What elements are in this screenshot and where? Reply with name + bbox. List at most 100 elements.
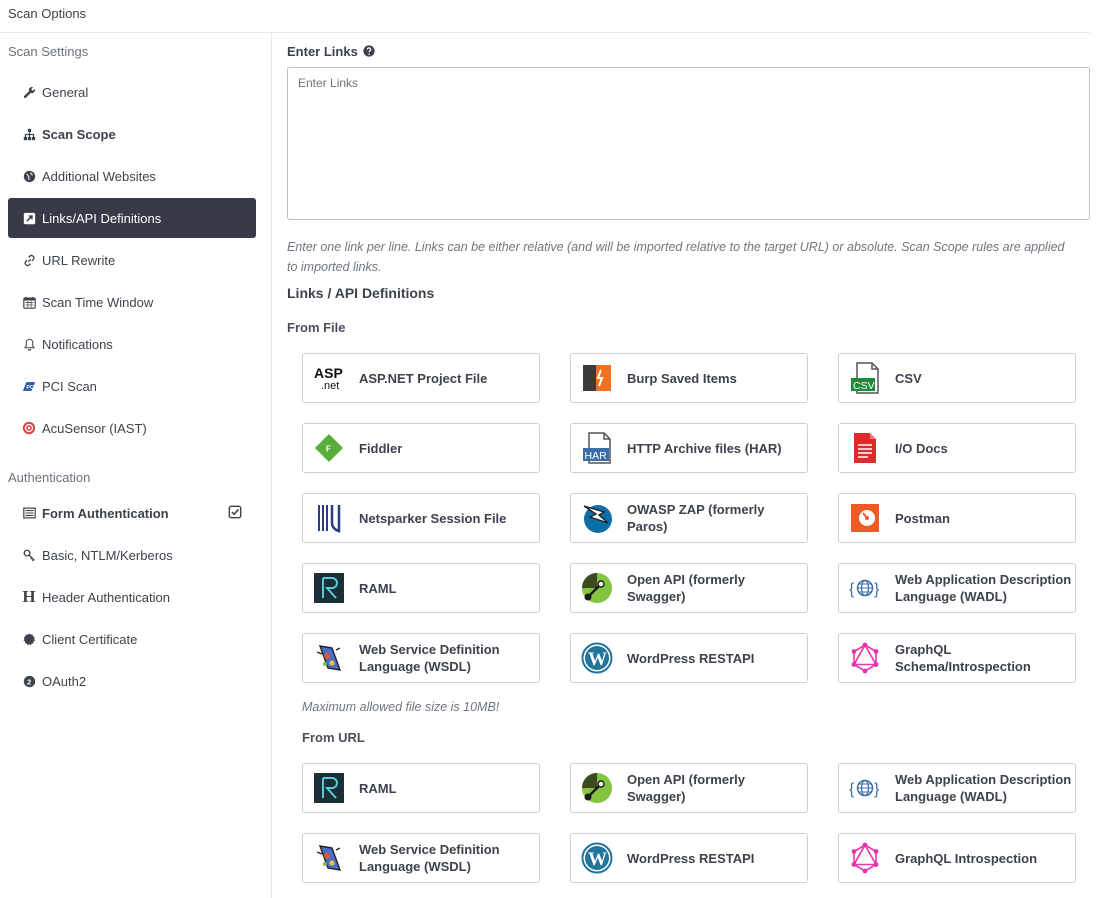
import-option-label: OWASP ZAP (formerly Paros)	[627, 502, 765, 534]
help-question-icon[interactable]	[363, 45, 376, 60]
svg-text:}: }	[874, 781, 880, 798]
import-option-postman[interactable]: Postman	[838, 493, 1076, 543]
top-bar: Scan Options	[0, 0, 1090, 33]
svg-text:ASP: ASP	[314, 365, 343, 381]
aspnet-icon: ASP .net	[313, 362, 345, 394]
openapi-icon	[581, 772, 613, 804]
burp-icon	[581, 362, 613, 394]
enter-links-help-text: Enter one link per line. Links can be ei…	[287, 240, 1065, 274]
pci-icon: PCI	[22, 379, 36, 393]
sidebar-item-scan-time-window[interactable]: Scan Time Window	[8, 282, 256, 322]
sidebar-item-oauth2[interactable]: 2 OAuth2	[8, 661, 256, 701]
import-option-wadl[interactable]: {} Web Application Description Language (…	[838, 563, 1076, 613]
authentication-heading: Authentication	[8, 470, 91, 485]
import-option-burp[interactable]: Burp Saved Items	[570, 353, 808, 403]
import-option-openapi[interactable]: Open API (formerly Swagger)	[570, 763, 808, 813]
har-icon: HAR	[581, 432, 613, 464]
form-icon	[22, 506, 36, 520]
sidebar-item-scan-scope[interactable]: Scan Scope	[8, 114, 256, 154]
import-option-csv[interactable]: CSV CSV	[838, 353, 1076, 403]
csv-icon: CSV	[849, 362, 881, 394]
sidebar-item-notifications[interactable]: Notifications	[8, 324, 256, 364]
import-option-raml[interactable]: RAML	[302, 563, 540, 613]
enter-links-label-text: Enter Links	[287, 44, 358, 59]
sidebar-item-label: Basic, NTLM/Kerberos	[42, 547, 173, 563]
sidebar-item-links-api[interactable]: Links/API Definitions	[8, 198, 256, 238]
import-option-graphql[interactable]: GraphQL Schema/Introspection	[838, 633, 1076, 683]
import-option-label: Fiddler	[359, 440, 403, 456]
sidebar-item-label: Scan Time Window	[42, 294, 154, 310]
import-option-graphql[interactable]: GraphQL Introspection	[838, 833, 1076, 883]
import-option-fiddler[interactable]: F Fiddler	[302, 423, 540, 473]
calendar-icon	[22, 295, 36, 309]
iodocs-icon	[849, 432, 881, 464]
svg-text:W: W	[588, 649, 607, 670]
import-option-label: WordPress RESTAPI	[627, 850, 755, 866]
sidebar-item-label: Links/API Definitions	[42, 210, 162, 226]
sidebar-item-label: Form Authentication	[42, 505, 169, 521]
sidebar-item-label: Client Certificate	[42, 631, 138, 647]
sidebar-item-client-certificate[interactable]: Client Certificate	[8, 619, 256, 659]
import-option-wadl[interactable]: {} Web Application Description Language (…	[838, 763, 1076, 813]
import-option-zap[interactable]: OWASP ZAP (formerly Paros)	[570, 493, 808, 543]
import-option-openapi[interactable]: Open API (formerly Swagger)	[570, 563, 808, 613]
svg-text:CSV: CSV	[853, 380, 875, 392]
enter-links-textarea[interactable]	[287, 67, 1090, 220]
sidebar-item-label: URL Rewrite	[42, 252, 116, 268]
zap-icon	[581, 502, 613, 534]
enter-links-label: Enter Links	[287, 44, 376, 60]
wordpress-icon: W	[581, 642, 613, 674]
svg-text:HAR: HAR	[585, 450, 608, 462]
openapi-icon	[581, 572, 613, 604]
import-option-wordpress[interactable]: W WordPress RESTAPI	[570, 833, 808, 883]
sidebar-item-additional-websites[interactable]: Additional Websites	[8, 156, 256, 196]
import-option-label: RAML	[359, 580, 397, 596]
svg-text:F: F	[326, 445, 331, 454]
svg-text:W: W	[588, 849, 607, 870]
sidebar-item-form-authentication[interactable]: Form Authentication	[8, 493, 256, 533]
from-url-label: From URL	[302, 730, 365, 745]
file-size-note: Maximum allowed file size is 10MB!	[302, 700, 500, 714]
wsdl-icon	[313, 642, 345, 674]
import-option-wordpress[interactable]: W WordPress RESTAPI	[570, 633, 808, 683]
wadl-icon: {}	[849, 572, 881, 604]
import-option-aspnet[interactable]: ASP .net ASP.NET Project File	[302, 353, 540, 403]
svg-text:.net: .net	[321, 380, 339, 391]
svg-text:{: {	[849, 581, 855, 598]
import-option-label: I/O Docs	[895, 440, 948, 456]
sidebar-item-basic-ntlm[interactable]: Basic, NTLM/Kerberos	[8, 535, 256, 575]
import-option-label: Open API (formerly Swagger)	[627, 572, 745, 604]
import-option-label: ASP.NET Project File	[359, 370, 488, 386]
sidebar: Scan Settings General Scan Scope Additio…	[0, 33, 272, 898]
sidebar-item-label: Scan Scope	[42, 126, 116, 142]
certificate-icon	[22, 632, 36, 646]
links-api-section-title: Links / API Definitions	[287, 285, 435, 301]
postman-icon	[849, 502, 881, 534]
sidebar-item-acusensor[interactable]: AcuSensor (IAST)	[8, 408, 256, 448]
sidebar-item-pci-scan[interactable]: PCI PCI Scan	[8, 366, 256, 406]
wsdl-icon	[313, 842, 345, 874]
import-option-label: HTTP Archive files (HAR)	[627, 440, 782, 456]
import-option-label: Postman	[895, 510, 950, 526]
import-option-label: RAML	[359, 780, 397, 796]
import-option-wsdl[interactable]: Web Service Definition Language (WSDL)	[302, 633, 540, 683]
import-option-iodocs[interactable]: I/O Docs	[838, 423, 1076, 473]
import-option-label: Burp Saved Items	[627, 370, 737, 386]
acusensor-icon	[22, 421, 36, 435]
import-option-label: Web Application Description Language (WA…	[895, 772, 1072, 804]
sidebar-item-url-rewrite[interactable]: URL Rewrite	[8, 240, 256, 280]
import-option-raml[interactable]: RAML	[302, 763, 540, 813]
sidebar-item-general[interactable]: General	[8, 72, 256, 112]
sidebar-item-label: PCI Scan	[42, 378, 97, 394]
import-option-har[interactable]: HAR HTTP Archive files (HAR)	[570, 423, 808, 473]
import-option-label: Web Service Definition Language (WSDL)	[359, 642, 500, 674]
raml-icon	[313, 772, 345, 804]
wadl-icon: {}	[849, 772, 881, 804]
bell-icon	[22, 337, 36, 351]
graphql-icon	[849, 842, 881, 874]
from-file-label: From File	[287, 320, 346, 335]
import-option-wsdl[interactable]: Web Service Definition Language (WSDL)	[302, 833, 540, 883]
import-option-netsparker[interactable]: Netsparker Session File	[302, 493, 540, 543]
svg-text:{: {	[849, 781, 855, 798]
sidebar-item-header-authentication[interactable]: H Header Authentication	[8, 577, 256, 617]
